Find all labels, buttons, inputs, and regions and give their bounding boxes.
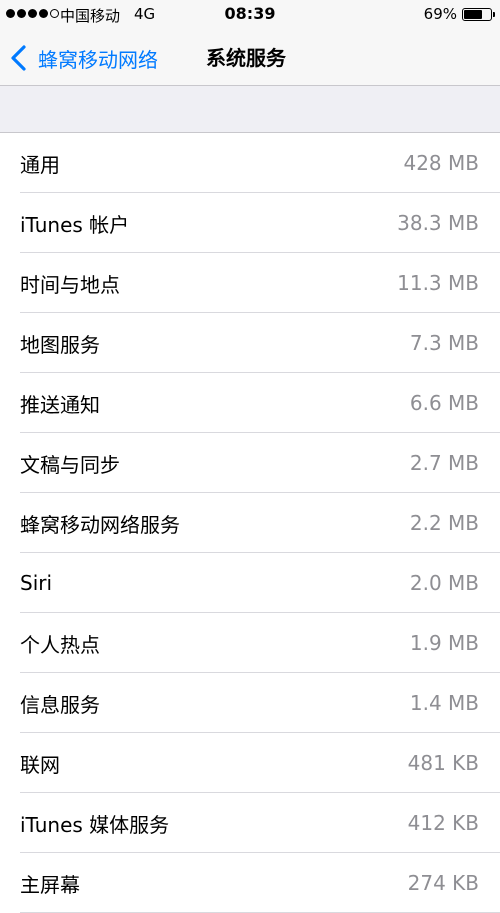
page-title: 系统服务 <box>206 46 286 70</box>
list-item: iTunes 媒体服务 412 KB <box>0 793 500 853</box>
list-item: Siri 2.0 MB <box>0 553 500 613</box>
data-usage: 1.4 MB <box>409 691 479 715</box>
battery-percent: 69% <box>423 5 457 23</box>
service-name: 联网 <box>20 752 60 777</box>
service-name: 时间与地点 <box>20 272 120 297</box>
data-usage: 274 KB <box>407 871 479 895</box>
data-usage: 6.6 MB <box>409 391 479 415</box>
service-name: 主屏幕 <box>20 872 80 897</box>
service-name: 信息服务 <box>20 692 100 717</box>
list-item: 时间与地点 11.3 MB <box>0 253 500 313</box>
data-usage: 1.9 MB <box>409 631 479 655</box>
battery-icon <box>462 8 495 21</box>
back-button-label: 蜂窝移动网络 <box>38 47 158 72</box>
service-name: 蜂窝移动网络服务 <box>20 512 180 537</box>
list-item: 文稿与同步 2.7 MB <box>0 433 500 493</box>
service-name: 文稿与同步 <box>20 452 120 477</box>
list-item: 蜂窝移动网络服务 2.2 MB <box>0 493 500 553</box>
service-name: Siri <box>20 571 53 595</box>
service-name: iTunes 媒体服务 <box>20 812 170 837</box>
navigation-bar: 蜂窝移动网络 系统服务 <box>0 30 500 86</box>
data-usage: 2.0 MB <box>409 571 479 595</box>
service-name: iTunes 帐户 <box>20 212 130 237</box>
list-item: 联网 481 KB <box>0 733 500 793</box>
data-usage: 2.2 MB <box>409 511 479 535</box>
list-item: 通用 428 MB <box>0 133 500 193</box>
list-item: 个人热点 1.9 MB <box>0 613 500 673</box>
system-services-list: 通用 428 MB iTunes 帐户 38.3 MB 时间与地点 11.3 MB 地图服务… <box>0 132 500 913</box>
service-name: 个人热点 <box>20 632 100 657</box>
chevron-left-icon <box>11 45 26 71</box>
list-item: 信息服务 1.4 MB <box>0 673 500 733</box>
data-usage: 481 KB <box>407 751 479 775</box>
list-item: iTunes 帐户 38.3 MB <box>0 193 500 253</box>
list-item: 地图服务 7.3 MB <box>0 313 500 373</box>
data-usage: 412 KB <box>407 811 479 835</box>
battery-level <box>464 10 482 19</box>
data-usage: 428 MB <box>403 151 479 175</box>
service-name: 通用 <box>20 152 60 177</box>
back-button[interactable]: 蜂窝移动网络 <box>8 30 158 86</box>
list-item: 主屏幕 274 KB <box>0 853 500 913</box>
data-usage: 2.7 MB <box>409 451 479 475</box>
data-usage: 11.3 MB <box>397 271 479 295</box>
service-name: 推送通知 <box>20 392 100 417</box>
data-usage: 38.3 MB <box>397 211 479 235</box>
service-name: 地图服务 <box>20 332 100 357</box>
data-usage: 7.3 MB <box>409 331 479 355</box>
list-item: 推送通知 6.6 MB <box>0 373 500 433</box>
section-spacer <box>0 86 500 132</box>
status-bar: 中国移动 4G 08:39 69% <box>0 0 500 30</box>
